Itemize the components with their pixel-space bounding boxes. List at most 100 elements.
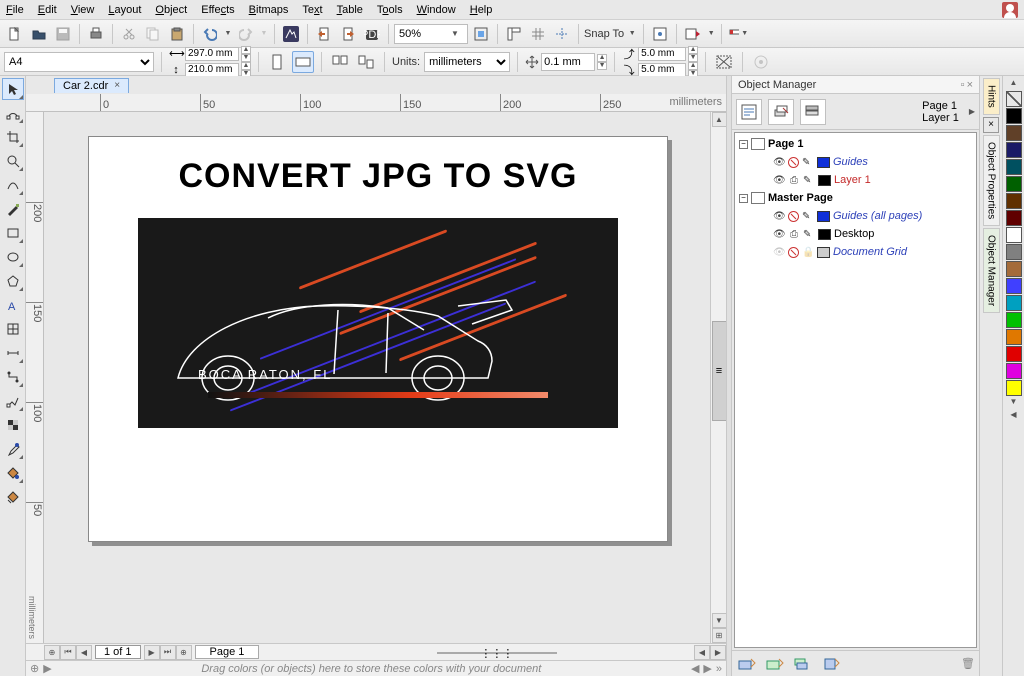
export-button[interactable] bbox=[337, 23, 359, 45]
connector-tool[interactable] bbox=[2, 366, 24, 388]
page-tab[interactable]: Page 1 bbox=[195, 645, 260, 659]
menu-file[interactable]: FFileile bbox=[6, 4, 24, 16]
color-swatch[interactable] bbox=[818, 229, 831, 240]
zoom-level-dropdown[interactable]: ▼ bbox=[394, 24, 468, 44]
color-swatch[interactable] bbox=[1006, 380, 1022, 396]
new-master-layer-all-button[interactable] bbox=[792, 654, 814, 674]
polygon-tool[interactable] bbox=[2, 270, 24, 292]
menu-help[interactable]: Help bbox=[470, 4, 493, 16]
publish-pdf-button[interactable]: PDF bbox=[361, 23, 383, 45]
color-swatch[interactable] bbox=[1006, 108, 1022, 124]
tab-object-properties[interactable]: Object Properties bbox=[983, 135, 1000, 226]
tree-page1[interactable]: −Page 1 bbox=[737, 135, 974, 153]
color-swatch[interactable] bbox=[1006, 210, 1022, 226]
pencil-icon[interactable]: ✎ bbox=[802, 157, 814, 168]
width-spinner[interactable]: ▲▼ bbox=[241, 46, 251, 62]
add-page-before-button[interactable]: ⊕ bbox=[44, 645, 60, 660]
dup-x-spinner[interactable]: ▲▼ bbox=[688, 46, 698, 62]
first-page-button[interactable]: ⏮ bbox=[60, 645, 76, 660]
no-color-swatch[interactable] bbox=[1006, 91, 1022, 107]
eye-icon[interactable]: 👁 bbox=[773, 229, 785, 240]
menu-bitmaps[interactable]: Bitmaps bbox=[249, 4, 289, 16]
page-flyout-icon[interactable]: ▶ bbox=[969, 107, 975, 116]
shape-tool[interactable] bbox=[2, 102, 24, 124]
menu-view[interactable]: View bbox=[71, 4, 95, 16]
page-height-input[interactable] bbox=[185, 63, 239, 77]
move-to-layer-button[interactable] bbox=[820, 654, 842, 674]
current-page-button[interactable] bbox=[355, 51, 377, 73]
docker-collapse-icon[interactable]: ▫ bbox=[961, 79, 965, 91]
menu-window[interactable]: Window bbox=[417, 4, 456, 16]
tree-layer1[interactable]: 👁 ⎙ ✎ Layer 1 bbox=[737, 171, 974, 189]
color-swatch[interactable] bbox=[817, 247, 830, 258]
portrait-button[interactable] bbox=[266, 51, 288, 73]
save-button[interactable] bbox=[52, 23, 74, 45]
palette-up-button[interactable]: ▲ bbox=[1010, 78, 1018, 90]
table-tool[interactable] bbox=[2, 318, 24, 340]
print-icon[interactable]: ⎙ bbox=[788, 175, 800, 186]
print-button[interactable] bbox=[85, 23, 107, 45]
new-master-layer-button[interactable] bbox=[764, 654, 786, 674]
color-swatch[interactable] bbox=[817, 211, 830, 222]
ellipse-tool[interactable] bbox=[2, 246, 24, 268]
scroll-up-button[interactable]: ▲ bbox=[712, 112, 727, 127]
color-swatch[interactable] bbox=[1006, 244, 1022, 260]
document-tab[interactable]: Car 2.cdr × bbox=[54, 78, 129, 93]
scroll-down-button[interactable]: ▼ bbox=[712, 613, 727, 628]
paste-button[interactable] bbox=[166, 23, 188, 45]
eye-icon[interactable]: 👁 bbox=[773, 157, 785, 168]
delete-button[interactable]: 🗑 bbox=[961, 657, 975, 670]
all-pages-button[interactable] bbox=[329, 51, 351, 73]
vertical-scrollbar[interactable]: ▲ ≡ ▼ ⊞ bbox=[710, 112, 726, 643]
next-page-button[interactable]: ▶ bbox=[144, 645, 160, 660]
dup-x-input[interactable] bbox=[638, 47, 686, 61]
options-button[interactable] bbox=[649, 23, 671, 45]
layer-manager-view-button[interactable] bbox=[800, 99, 826, 125]
user-avatar-icon[interactable] bbox=[1002, 2, 1018, 18]
redo-dropdown[interactable]: ▼ bbox=[259, 23, 269, 45]
page-width-input[interactable] bbox=[185, 47, 239, 61]
scroll-left-button[interactable]: ◀ bbox=[694, 645, 710, 660]
horizontal-ruler[interactable]: 0 50 100 150 200 250 millimeters bbox=[26, 94, 726, 112]
eyedropper-tool[interactable] bbox=[2, 438, 24, 460]
pencil-icon[interactable]: ✎ bbox=[802, 211, 814, 222]
crop-tool[interactable] bbox=[2, 126, 24, 148]
scroll-right-button[interactable]: ▶ bbox=[710, 645, 726, 660]
pencil-icon[interactable]: ✎ bbox=[803, 229, 815, 240]
scroll-thumb-v[interactable]: ≡ bbox=[712, 321, 727, 421]
customize-dropdown[interactable]: ▼ bbox=[727, 23, 749, 45]
tree-guides[interactable]: 👁 ✎ Guides bbox=[737, 153, 974, 171]
palette-flyout-button[interactable]: ◀ bbox=[1010, 410, 1016, 422]
transparency-tool[interactable] bbox=[2, 414, 24, 436]
tab-object-manager[interactable]: Object Manager bbox=[983, 228, 1000, 313]
tree-desktop[interactable]: 👁 ⎙ ✎ Desktop bbox=[737, 225, 974, 243]
color-swatch[interactable] bbox=[1006, 346, 1022, 362]
close-icon[interactable]: × bbox=[114, 80, 120, 91]
palette-down-button[interactable]: ▼ bbox=[1010, 397, 1018, 409]
interactive-tool[interactable] bbox=[2, 390, 24, 412]
dup-y-input[interactable] bbox=[638, 63, 686, 77]
color-swatch[interactable] bbox=[1006, 125, 1022, 141]
artistic-media-tool[interactable] bbox=[2, 198, 24, 220]
menu-layout[interactable]: Layout bbox=[108, 4, 141, 16]
pick-tool[interactable] bbox=[2, 78, 24, 100]
color-swatch[interactable] bbox=[818, 175, 831, 186]
color-swatch[interactable] bbox=[1006, 142, 1022, 158]
color-swatch[interactable] bbox=[1006, 227, 1022, 243]
search-content-button[interactable] bbox=[280, 23, 302, 45]
eye-icon[interactable]: 👁 bbox=[773, 247, 785, 258]
nudge-spinner[interactable]: ▲▼ bbox=[597, 54, 607, 70]
menu-table[interactable]: Table bbox=[337, 4, 363, 16]
nudge-distance-input[interactable] bbox=[541, 53, 595, 71]
open-button[interactable] bbox=[28, 23, 50, 45]
freehand-tool[interactable] bbox=[2, 174, 24, 196]
add-page-after-button[interactable]: ⊕ bbox=[176, 645, 192, 660]
no-print-icon[interactable] bbox=[788, 211, 799, 222]
scroll-thumb-h[interactable]: ⋮⋮⋮ bbox=[437, 652, 557, 654]
new-document-button[interactable] bbox=[4, 23, 26, 45]
interactive-fill-tool[interactable] bbox=[2, 462, 24, 484]
dimension-tool[interactable] bbox=[2, 342, 24, 364]
no-print-icon[interactable] bbox=[788, 247, 799, 258]
menu-object[interactable]: Object bbox=[155, 4, 187, 16]
object-tree[interactable]: −Page 1 👁 ✎ Guides 👁 ⎙ ✎ Layer 1 −Master… bbox=[734, 132, 977, 648]
